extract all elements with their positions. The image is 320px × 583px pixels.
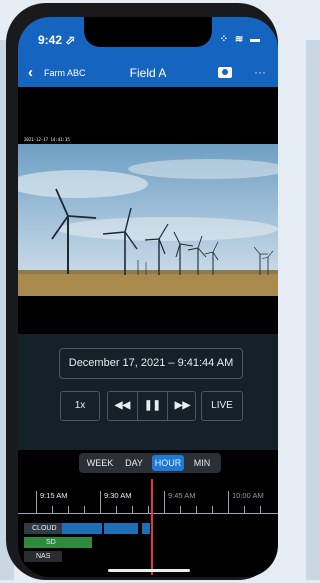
tick-minor xyxy=(212,506,213,513)
fast-forward-icon[interactable]: ▶▶ xyxy=(168,392,197,420)
tick-minor xyxy=(180,506,181,513)
nav-bar: ‹ Farm ABC Field A ··· xyxy=(18,61,278,87)
timeline-ruler xyxy=(18,513,278,514)
live-button[interactable]: LIVE xyxy=(201,391,243,421)
transport-group: ◀◀ ❚❚ ▶▶ xyxy=(107,391,196,421)
tick-minor xyxy=(260,506,261,513)
tick-minor xyxy=(244,506,245,513)
notch xyxy=(84,17,212,47)
home-indicator xyxy=(108,569,190,572)
tick-label: 9:45 AM xyxy=(168,491,196,500)
cloud-recording-segment[interactable] xyxy=(62,523,102,534)
phone-frame: 9:42 ⬀ ⁘ ≋ ▬ ‹ Farm ABC Field A ··· 2021… xyxy=(6,3,278,580)
tick-minor xyxy=(148,506,149,513)
track-label-cloud: CLOUD xyxy=(24,523,62,534)
cloud-recording-segment[interactable] xyxy=(142,523,150,534)
tick-minor xyxy=(196,506,197,513)
zoom-hour[interactable]: HOUR xyxy=(152,455,184,471)
zoom-min[interactable]: MIN xyxy=(186,455,218,471)
tick-major xyxy=(164,491,165,513)
datetime-picker[interactable]: December 17, 2021 – 9:41:44 AM xyxy=(59,348,243,379)
background-panel-right xyxy=(306,40,320,580)
phone-screen: 9:42 ⬀ ⁘ ≋ ▬ ‹ Farm ABC Field A ··· 2021… xyxy=(18,17,278,577)
playhead[interactable] xyxy=(151,479,153,575)
track-label-sd: SD xyxy=(24,537,92,548)
page-title: Field A xyxy=(129,66,167,80)
tick-label: 9:15 AM xyxy=(40,491,68,500)
tick-label: 9:30 AM xyxy=(104,491,132,500)
more-icon[interactable]: ··· xyxy=(254,65,266,79)
rewind-icon[interactable]: ◀◀ xyxy=(108,392,137,420)
tick-major xyxy=(36,491,37,513)
tick-minor xyxy=(68,506,69,513)
video-timestamp-overlay: 2021-12-17 14:41:35 xyxy=(24,137,70,142)
speed-button[interactable]: 1x xyxy=(60,391,100,421)
cloud-recording-segment[interactable] xyxy=(104,523,138,534)
pause-icon[interactable]: ❚❚ xyxy=(138,392,167,420)
wind-farm-image xyxy=(18,144,278,296)
tick-minor xyxy=(116,506,117,513)
tick-major xyxy=(228,491,229,513)
tick-major xyxy=(100,491,101,513)
zoom-day[interactable]: DAY xyxy=(118,455,150,471)
track-label-nas: NAS xyxy=(24,551,62,562)
timeline[interactable]: 9:15 AM 9:30 AM 9:45 AM 10:00 AM CLOUD S… xyxy=(18,479,278,577)
tick-label: 10:00 AM xyxy=(232,491,264,500)
tick-minor xyxy=(52,506,53,513)
playback-controls: December 17, 2021 – 9:41:44 AM 1x ◀◀ ❚❚ … xyxy=(18,334,278,450)
tick-minor xyxy=(84,506,85,513)
zoom-selector: WEEK DAY HOUR MIN xyxy=(79,453,221,473)
system-icons: ⁘ ≋ ▬ xyxy=(219,34,262,45)
status-time: 9:42 ⬀ xyxy=(38,33,76,47)
zoom-week[interactable]: WEEK xyxy=(83,455,117,471)
tick-minor xyxy=(132,506,133,513)
camera-icon[interactable] xyxy=(218,67,232,78)
video-player[interactable] xyxy=(18,144,278,296)
